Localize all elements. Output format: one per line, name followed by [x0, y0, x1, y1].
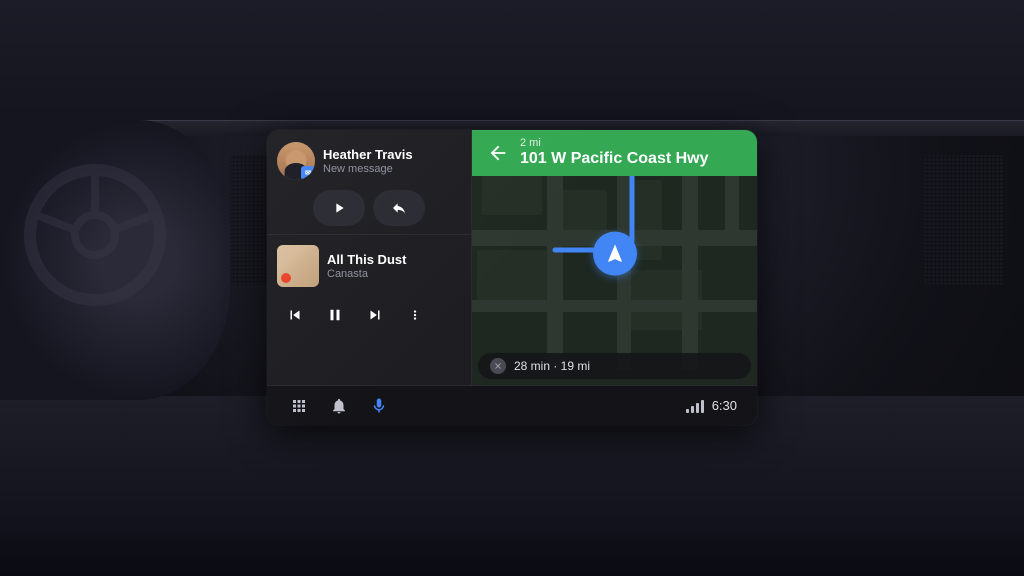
left-panel: ✉ Heather Travis New message — [267, 130, 472, 385]
microphone-button[interactable] — [367, 394, 391, 418]
track-artist: Canasta — [327, 268, 461, 280]
avatar: ✉ — [277, 142, 315, 180]
signal-bar-4 — [701, 400, 704, 413]
navigation-arrow-icon — [604, 242, 626, 264]
turn-direction-icon — [484, 139, 512, 167]
track-name: All This Dust — [327, 252, 461, 268]
apps-button[interactable] — [287, 394, 311, 418]
notifications-button[interactable] — [327, 394, 351, 418]
album-art-logo — [281, 273, 291, 283]
signal-strength — [686, 399, 704, 413]
message-subtitle: New message — [323, 163, 461, 175]
more-vert-icon — [408, 308, 422, 322]
music-card: All This Dust Canasta — [267, 235, 471, 385]
status-bar-right: 6:30 — [686, 398, 737, 413]
nav-text: 2 mi 101 W Pacific Coast Hwy — [520, 138, 709, 168]
signal-bar-1 — [686, 409, 689, 413]
track-info: All This Dust Canasta — [327, 252, 461, 281]
message-actions — [277, 190, 461, 226]
car-bottom-panel — [0, 496, 1024, 576]
close-icon — [493, 361, 503, 371]
status-bar-left — [287, 394, 391, 418]
turn-left-icon — [487, 142, 509, 164]
clock: 6:30 — [712, 398, 737, 413]
mic-icon — [370, 397, 388, 415]
album-art — [277, 245, 319, 287]
screen-content: ✉ Heather Travis New message — [267, 130, 757, 385]
apps-icon — [290, 397, 308, 415]
contact-info: Heather Travis New message — [323, 147, 461, 176]
signal-bar-3 — [696, 403, 699, 413]
skip-next-icon — [366, 306, 384, 324]
bokeh-lights — [0, 0, 300, 130]
reply-message-button[interactable] — [373, 190, 425, 226]
reply-icon — [391, 200, 407, 216]
play-message-button[interactable] — [313, 190, 365, 226]
navigation-position-marker — [593, 231, 637, 275]
message-card: ✉ Heather Travis New message — [267, 130, 471, 235]
steering-wheel-icon — [20, 160, 170, 310]
pause-button[interactable] — [317, 297, 353, 333]
play-icon — [331, 200, 347, 216]
navigation-header: 2 mi 101 W Pacific Coast Hwy — [472, 130, 757, 176]
more-options-button[interactable] — [397, 297, 433, 333]
pause-icon — [326, 306, 344, 324]
prev-track-button[interactable] — [277, 297, 313, 333]
next-track-button[interactable] — [357, 297, 393, 333]
nav-distance: 2 mi — [520, 138, 709, 149]
signal-bar-2 — [691, 406, 694, 413]
skip-previous-icon — [286, 306, 304, 324]
music-info-row: All This Dust Canasta — [277, 245, 461, 287]
map-panel: 2 mi 101 W Pacific Coast Hwy 28 min · 19… — [472, 130, 757, 385]
status-bar: 6:30 — [267, 385, 757, 425]
nav-eta: 28 min · 19 mi — [514, 359, 590, 373]
speaker-grille-right — [924, 155, 1004, 285]
close-nav-button[interactable] — [490, 358, 506, 374]
android-auto-screen: ✉ Heather Travis New message — [267, 130, 757, 425]
steering-wheel-area — [0, 120, 230, 400]
navigation-footer: 28 min · 19 mi — [478, 353, 751, 379]
message-badge: ✉ — [301, 166, 315, 180]
nav-street: 101 W Pacific Coast Hwy — [520, 149, 709, 168]
car-background: ✉ Heather Travis New message — [0, 0, 1024, 576]
contact-name: Heather Travis — [323, 147, 461, 163]
bell-icon — [330, 397, 348, 415]
music-controls — [277, 297, 461, 333]
contact-row: ✉ Heather Travis New message — [277, 142, 461, 180]
dashboard-top — [0, 0, 1024, 130]
